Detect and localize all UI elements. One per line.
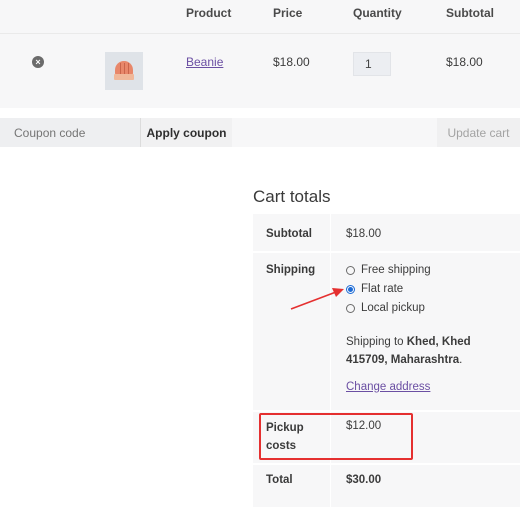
total-label: Total — [266, 474, 293, 486]
shipping-option-label: Local pickup — [361, 302, 425, 314]
shipping-to-prefix: Shipping to — [346, 336, 407, 348]
shipping-option-label: Free shipping — [361, 264, 431, 276]
row-divider — [253, 251, 520, 253]
shipping-label: Shipping — [266, 264, 316, 276]
subtotal-label: Subtotal — [266, 228, 312, 240]
shipping-option-label: Flat rate — [361, 283, 404, 295]
shipping-option-free[interactable]: Free shipping — [346, 263, 431, 277]
pickup-costs-highlight-box — [259, 413, 413, 460]
beanie-thumbnail[interactable] — [105, 52, 143, 90]
radio-unchecked-icon[interactable] — [346, 265, 355, 275]
beanie-stripe — [128, 63, 129, 74]
shipping-option-local-pickup[interactable]: Local pickup — [346, 301, 425, 315]
shipping-to-suffix: . — [459, 354, 463, 366]
remove-item-icon[interactable]: × — [32, 56, 44, 68]
row-divider — [253, 463, 520, 465]
column-header-quantity: Quantity — [353, 6, 402, 20]
product-link[interactable]: Beanie — [186, 55, 223, 69]
subtotal-cell: $18.00 — [446, 55, 483, 69]
total-value: $30.00 — [346, 474, 382, 486]
coupon-code-input[interactable] — [0, 118, 141, 147]
red-arrow-icon — [290, 288, 344, 310]
change-address-link[interactable]: Change address — [346, 381, 430, 393]
apply-coupon-button[interactable]: Apply coupon — [141, 118, 232, 147]
column-header-subtotal: Subtotal — [446, 6, 494, 20]
column-header-price: Price — [273, 6, 303, 20]
cart-table: Product Price Quantity Subtotal × Beanie… — [0, 0, 520, 108]
price-cell: $18.00 — [273, 55, 310, 69]
beanie-stripe — [124, 63, 125, 74]
header-divider — [0, 33, 520, 34]
shipping-destination: Shipping to Khed, Khed 415709, Maharasht… — [346, 333, 512, 369]
row-divider — [253, 410, 520, 412]
beanie-band — [114, 74, 134, 80]
quantity-input[interactable] — [353, 52, 391, 76]
beanie-stripe — [120, 63, 121, 74]
cart-totals-title: Cart totals — [253, 187, 331, 206]
column-header-product: Product — [186, 6, 232, 20]
subtotal-value: $18.00 — [346, 228, 382, 240]
update-cart-button[interactable]: Update cart — [437, 118, 520, 147]
shipping-option-flat-rate[interactable]: Flat rate — [346, 282, 403, 296]
